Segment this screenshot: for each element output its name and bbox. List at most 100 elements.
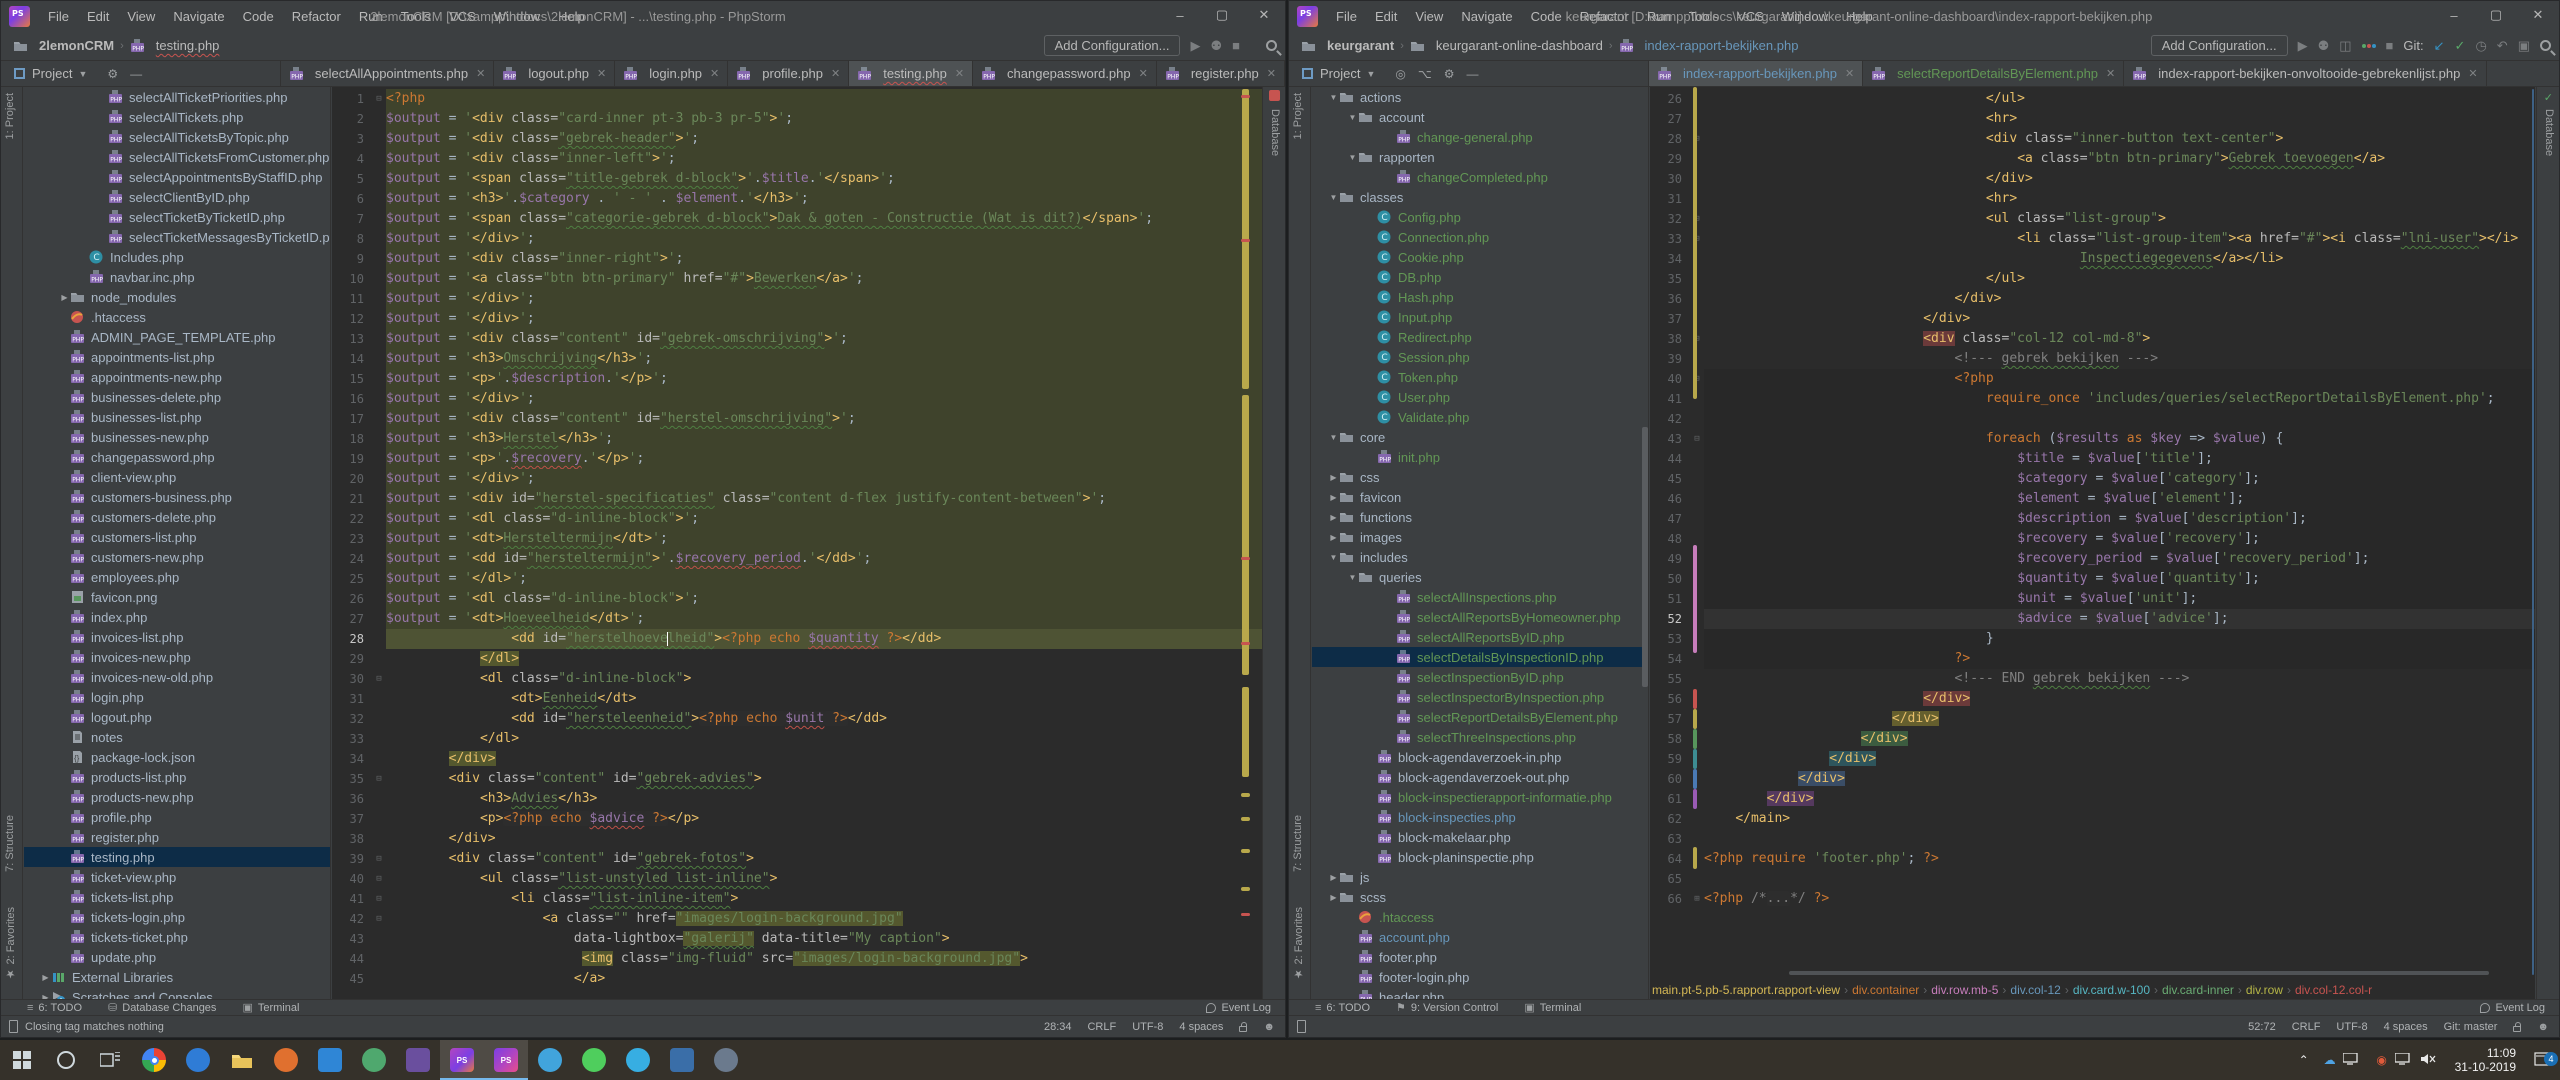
editor-line-36[interactable]: 36<h3>Advies</h3> (332, 789, 1262, 809)
tree-item-profile.php[interactable]: PHPprofile.php (24, 807, 330, 827)
tree-item-selectAllTicketPriorities.php[interactable]: PHPselectAllTicketPriorities.php (24, 87, 330, 107)
editor-tab-index-rapport-bekijken.php[interactable]: PHPindex-rapport-bekijken.php✕ (1649, 61, 1863, 86)
hector-icon[interactable]: ☻ (2537, 1021, 2549, 1033)
editor-line-57[interactable]: 57</div> (1650, 709, 2535, 729)
menu-edit[interactable]: Edit (79, 6, 117, 27)
editor-line-56[interactable]: 56</div> (1650, 689, 2535, 709)
editor-line-47[interactable]: 47$description = $value['description']; (1650, 509, 2535, 529)
search-everywhere-icon[interactable] (2540, 40, 2551, 51)
close-tab-icon[interactable]: ✕ (597, 67, 606, 80)
project-pane-header[interactable]: Project ▼ ◎⌥⚙— (1289, 61, 1649, 86)
debug-icon[interactable]: ⚉ (1210, 38, 1222, 54)
tray-display-icon[interactable] (2343, 1053, 2369, 1067)
chevron-down-icon[interactable]: ▼ (1347, 573, 1358, 582)
git-update-icon[interactable]: ↙ (2434, 38, 2445, 54)
breadcrumb-item[interactable]: PHPtesting.php (130, 38, 220, 53)
menu-help[interactable]: Help (550, 6, 593, 27)
editor-line-18[interactable]: 18$output = '<h3>Herstel</h3>'; (332, 429, 1262, 449)
tag-breadcrumb-div.col-12.col-r[interactable]: div.col-12.col-r (2293, 983, 2374, 997)
editor-tab-profile.php[interactable]: PHPprofile.php✕ (728, 61, 849, 86)
tree-item-header.php[interactable]: PHPheader.php (1312, 987, 1648, 999)
editor-line-14[interactable]: 14$output = '<h3>Omschrijving</h3>'; (332, 349, 1262, 369)
tree-item-selectDetailsByInspectionID.php[interactable]: PHPselectDetailsByInspectionID.php (1312, 647, 1648, 667)
tree-item-login.php[interactable]: PHPlogin.php (24, 687, 330, 707)
stop-icon[interactable]: ■ (1232, 38, 1240, 53)
editor-line-34[interactable]: 34</div> (332, 749, 1262, 769)
tray-mute-icon[interactable] (2421, 1053, 2447, 1067)
tool-button-favorites[interactable]: ★ 2: Favorites (1292, 907, 1305, 981)
app-chrome[interactable] (132, 1040, 176, 1080)
tree-item-selectAllReportsByHomeowner.php[interactable]: PHPselectAllReportsByHomeowner.php (1312, 607, 1648, 627)
file-encoding[interactable]: UTF-8 (1132, 1021, 1163, 1033)
editor-line-26[interactable]: 26</ul> (1650, 89, 2535, 109)
editor-line-66[interactable]: 66⊞<?php /*...*/ ?> (1650, 889, 2535, 909)
close-tab-icon[interactable]: ✕ (2106, 67, 2115, 80)
tool-window-button-Database Changes[interactable]: ⛁Database Changes (108, 1001, 216, 1014)
git-history-icon[interactable]: ◷ (2475, 38, 2486, 54)
tree-item-Validate.php[interactable]: CValidate.php (1312, 407, 1648, 427)
editor-line-43[interactable]: 43data-lightbox="galerij" data-title="My… (332, 929, 1262, 949)
tree-item-register.php[interactable]: PHPregister.php (24, 827, 330, 847)
editor-line-44[interactable]: 44$title = $value['title']; (1650, 449, 2535, 469)
breadcrumb-item[interactable]: keurgarant-online-dashboard (1410, 38, 1603, 53)
editor-line-46[interactable]: 46$element = $value['element']; (1650, 489, 2535, 509)
tree-item-notes[interactable]: notes (24, 727, 330, 747)
settings-gear-icon[interactable]: ⚙ (107, 67, 118, 81)
editor-tab-register.php[interactable]: PHPregister.php✕ (1157, 61, 1285, 86)
tree-item-init.php[interactable]: PHPinit.php (1312, 447, 1648, 467)
readonly-lock-icon[interactable] (2513, 1026, 2521, 1032)
chevron-right-icon[interactable]: ▶ (1328, 513, 1339, 522)
editor-line-53[interactable]: 53} (1650, 629, 2535, 649)
editor-line-28[interactable]: 28⊟<div class="inner-button text-center"… (1650, 129, 2535, 149)
tree-item-rapporten[interactable]: ▼rapporten (1312, 147, 1648, 167)
tree-item-css[interactable]: ▶css (1312, 467, 1648, 487)
app-telegram[interactable] (616, 1040, 660, 1080)
tree-item-change-general.php[interactable]: PHPchange-general.php (1312, 127, 1648, 147)
minimize-button[interactable]: – (1159, 1, 1201, 29)
editor-line-29[interactable]: 29<a class="btn btn-primary">Gebrek toev… (1650, 149, 2535, 169)
tree-item-block-inspectierapport-informatie.php[interactable]: PHPblock-inspectierapport-informatie.php (1312, 787, 1648, 807)
settings-gear-icon[interactable]: ⚙ (1444, 67, 1455, 81)
tree-item-functions[interactable]: ▶functions (1312, 507, 1648, 527)
menu-file[interactable]: File (40, 6, 77, 27)
tag-breadcrumb-div.card-inner[interactable]: div.card-inner (2160, 983, 2236, 997)
tree-item-Token.php[interactable]: CToken.php (1312, 367, 1648, 387)
tree-item-selectAllTicketsByTopic.php[interactable]: PHPselectAllTicketsByTopic.php (24, 127, 330, 147)
menu-refactor[interactable]: Refactor (284, 6, 349, 27)
editor-line-65[interactable]: 65 (1650, 869, 2535, 889)
task-view-button[interactable] (88, 1040, 132, 1080)
line-separator[interactable]: CRLF (2292, 1021, 2321, 1033)
tree-item-account.php[interactable]: PHPaccount.php (1312, 927, 1648, 947)
fold-marker[interactable]: ⊟ (1690, 429, 1704, 449)
editor-tab-login.php[interactable]: PHPlogin.php✕ (615, 61, 728, 86)
tree-item-Connection.php[interactable]: CConnection.php (1312, 227, 1648, 247)
editor-line-30[interactable]: 30⊟<dl class="d-inline-block"> (332, 669, 1262, 689)
tree-item-selectAllTickets.php[interactable]: PHPselectAllTickets.php (24, 107, 330, 127)
editor-line-37[interactable]: 37<p><?php echo $advice ?></p> (332, 809, 1262, 829)
readonly-lock-icon[interactable] (1239, 1026, 1247, 1032)
editor-line-31[interactable]: 31<hr> (1650, 189, 2535, 209)
editor-line-64[interactable]: 64<?php require 'footer.php'; ?> (1650, 849, 2535, 869)
tag-breadcrumb-main.pt-5.pb-5.rapport.rapport-view[interactable]: main.pt-5.pb-5.rapport.rapport-view (1650, 983, 1842, 997)
editor-line-28[interactable]: 28<dd id="herstelhoevelheid"><?php echo … (332, 629, 1262, 649)
tree-item-favicon[interactable]: ▶favicon (1312, 487, 1648, 507)
chevron-down-icon[interactable]: ▼ (1328, 193, 1339, 202)
collapse-all-icon[interactable]: ⌥ (1418, 67, 1432, 81)
menu-window[interactable]: Window (486, 6, 548, 27)
tree-item-products-list.php[interactable]: PHPproducts-list.php (24, 767, 330, 787)
menu-code[interactable]: Code (1523, 6, 1570, 27)
editor-line-40[interactable]: 40⊟<ul class="list-unstyled list-inline"… (332, 869, 1262, 889)
tree-item-selectTicketByTicketID.php[interactable]: PHPselectTicketByTicketID.php (24, 207, 330, 227)
editor-line-33[interactable]: 33⊟<li class="list-group-item"><a href="… (1650, 229, 2535, 249)
chevron-down-icon[interactable]: ▼ (1347, 113, 1358, 122)
tree-item-footer-login.php[interactable]: PHPfooter-login.php (1312, 967, 1648, 987)
code-editor[interactable]: 1⊟<?php2$output = '<div class="card-inne… (332, 87, 1262, 999)
menu-tools[interactable]: Tools (393, 6, 439, 27)
tree-item-.htaccess[interactable]: .htaccess (24, 307, 330, 327)
editor-tab-selectReportDetailsByElement.php[interactable]: PHPselectReportDetailsByElement.php✕ (1863, 61, 2124, 86)
editor-line-38[interactable]: 38⊟<div class="col-12 col-md-8"> (1650, 329, 2535, 349)
editor-line-3[interactable]: 3$output = '<div class="gebrek-header">'… (332, 129, 1262, 149)
editor-line-23[interactable]: 23$output = '<dt>Hersteltermijn</dt>'; (332, 529, 1262, 549)
tree-item-employees.php[interactable]: PHPemployees.php (24, 567, 330, 587)
editor-line-13[interactable]: 13$output = '<div class="content" id="ge… (332, 329, 1262, 349)
